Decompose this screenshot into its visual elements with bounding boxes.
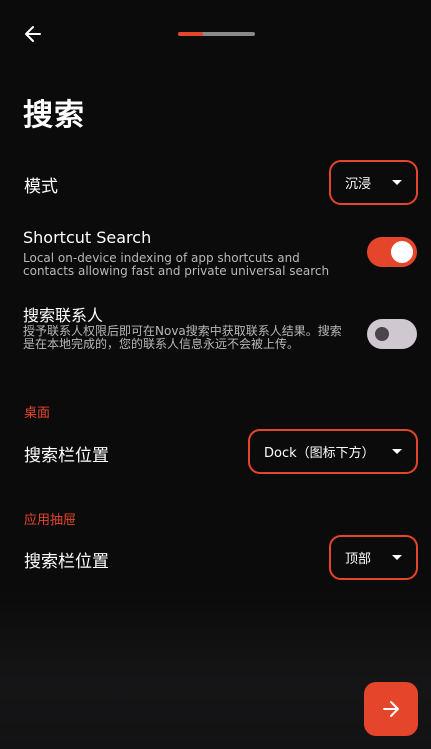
search-contacts-title: 搜索联系人 xyxy=(23,306,104,325)
mode-dropdown-value: 沉浸 xyxy=(345,177,372,192)
shortcut-search-toggle[interactable] xyxy=(367,237,417,267)
back-button[interactable] xyxy=(18,20,48,48)
search-contacts-toggle[interactable] xyxy=(367,319,417,349)
arrow-left-icon xyxy=(25,26,41,42)
chevron-down-icon xyxy=(392,555,402,560)
drawer-search-bar-dropdown[interactable]: 顶部 xyxy=(329,535,418,580)
desktop-search-bar-value: Dock（图标下方） xyxy=(264,446,375,461)
toggle-knob xyxy=(375,327,389,341)
desktop-search-bar-label: 搜索栏位置 xyxy=(24,446,109,466)
drawer-search-bar-value: 顶部 xyxy=(345,552,372,567)
shortcut-search-title: Shortcut Search xyxy=(23,228,152,247)
toggle-knob xyxy=(391,241,413,263)
search-contacts-description: 授予联系人权限后即可在Nova搜索中获取联系人结果。搜索是在本地完成的，您的联系… xyxy=(23,324,342,351)
chevron-down-icon xyxy=(392,180,402,185)
next-button[interactable] xyxy=(364,682,418,736)
mode-label: 模式 xyxy=(24,177,58,197)
section-header-desktop: 桌面 xyxy=(24,406,51,421)
section-header-app-drawer: 应用抽屉 xyxy=(24,513,77,528)
page-title: 搜索 xyxy=(23,98,85,133)
chevron-down-icon xyxy=(392,449,402,454)
shortcut-search-description: Local on-device indexing of app shortcut… xyxy=(23,251,330,278)
setup-progress-fill xyxy=(178,32,204,36)
setup-progress-bar xyxy=(178,32,255,36)
desktop-search-bar-dropdown[interactable]: Dock（图标下方） xyxy=(248,429,418,474)
mode-dropdown[interactable]: 沉浸 xyxy=(329,160,418,205)
drawer-search-bar-label: 搜索栏位置 xyxy=(24,552,109,572)
arrow-right-icon xyxy=(383,701,399,717)
